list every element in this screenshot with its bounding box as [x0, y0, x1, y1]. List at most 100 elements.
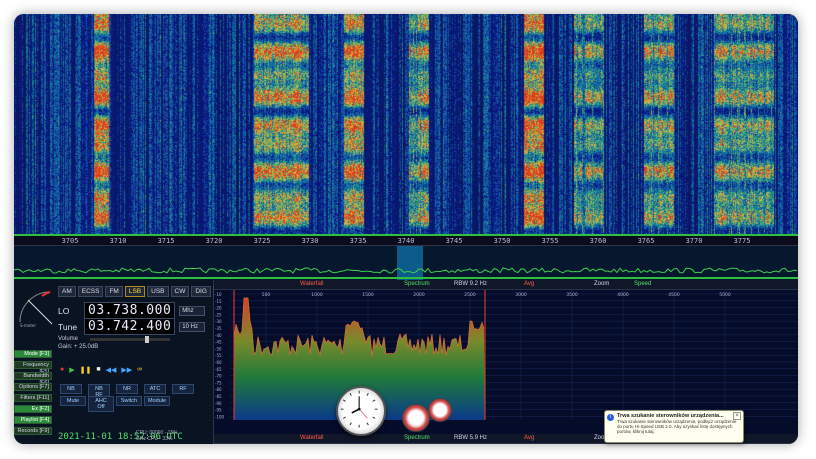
frequency-scale: 3705 3710 3715 3720 3725 3730 3735 3740 3745 3750…: [14, 234, 798, 246]
mode-button-cw[interactable]: CW: [170, 286, 190, 297]
scale-tick: 3775: [733, 237, 751, 245]
bottom-waterfall-label[interactable]: Waterfall: [300, 435, 323, 441]
info-icon: i: [607, 414, 614, 421]
side-button-6[interactable]: Playlist [F4]: [14, 416, 52, 424]
record-icon[interactable]: ●: [60, 366, 64, 374]
clock-face-icon: [340, 390, 378, 428]
y-tick-label: -10: [215, 292, 222, 297]
waterfall-display[interactable]: [14, 14, 798, 234]
y-tick-label: -90: [215, 401, 222, 406]
y-tick-label: -45: [215, 340, 222, 345]
mode-button-fm[interactable]: FM: [105, 286, 123, 297]
notification-text: Trwa szukanie sterowników urządzenia, po…: [617, 419, 737, 434]
y-tick-label: -20: [215, 306, 222, 311]
top-speed-label[interactable]: Speed: [634, 281, 651, 287]
memory-meter-gadget[interactable]: [428, 398, 452, 422]
mode-button-dig[interactable]: DIG: [191, 286, 211, 297]
volume-slider[interactable]: [90, 336, 170, 343]
scale-tick: 3745: [445, 237, 463, 245]
play-icon[interactable]: ▶: [69, 366, 74, 374]
dsp-button-nr[interactable]: NR: [116, 384, 138, 394]
y-tick-label: -50: [215, 346, 222, 351]
gain-readout: Gain: + 25.0dB: [58, 344, 99, 350]
dsp-button-atc[interactable]: ATC: [144, 384, 166, 394]
lo-frequency[interactable]: 03.738.000: [84, 302, 176, 319]
loop-icon[interactable]: ∞: [137, 366, 142, 374]
s-meter-label: S-meter: [20, 323, 36, 328]
x-tick-label: 4000: [617, 292, 629, 298]
side-button-3[interactable]: Options [F7]: [14, 383, 52, 391]
y-tick-label: -30: [215, 319, 222, 324]
side-button-0[interactable]: Mode [F3]: [14, 350, 52, 358]
s-meter: S-meter: [19, 291, 53, 328]
lo-label: LO: [58, 305, 70, 316]
forward-icon[interactable]: ▶▶: [121, 366, 132, 374]
tune-row: Tune 03.742.400 10 Hz: [58, 318, 206, 335]
cpu-line-2: GHz CPU - 33%: [136, 436, 173, 442]
side-button-7[interactable]: Records [F9]: [14, 427, 52, 435]
spectrum-x-axis: 500 1000 1500 2000 2500 3000 3500 4000 4500 5000: [262, 292, 731, 298]
y-tick-label: -95: [215, 408, 222, 413]
mode-button-ecss[interactable]: ECSS: [77, 286, 104, 297]
lo-step-select[interactable]: Mhz: [179, 305, 206, 316]
scale-tick: 3705: [61, 237, 79, 245]
y-tick-label: -40: [215, 333, 222, 338]
tune-frequency[interactable]: 03.742.400: [84, 318, 176, 335]
stop-icon[interactable]: ■: [96, 366, 100, 374]
mode-button-usb[interactable]: USB: [147, 286, 169, 297]
cpu-meter-gadget[interactable]: [402, 404, 430, 432]
dsp-button-mute[interactable]: Mute: [60, 396, 86, 406]
scale-tick: 3730: [301, 237, 319, 245]
mode-button-am[interactable]: AM: [58, 286, 76, 297]
scale-tick: 3760: [589, 237, 607, 245]
scale-tick: 3720: [205, 237, 223, 245]
top-spectrum-label[interactable]: Spectrum: [404, 281, 430, 287]
spectrum-y-axis: -10-15-20-25-30-35-40-45-50-55-60-65-70-…: [215, 292, 225, 419]
top-waterfall-label[interactable]: Waterfall: [300, 281, 323, 287]
side-button-2[interactable]: Bandwidth [F6]: [14, 372, 52, 386]
side-button-5[interactable]: Ex [F2]: [14, 405, 52, 413]
x-tick-label: 500: [262, 292, 271, 298]
rewind-icon[interactable]: ◀◀: [106, 366, 117, 374]
tune-label: Tune: [58, 321, 78, 332]
passband-marker[interactable]: [397, 246, 423, 280]
dsp-button-nb[interactable]: NB: [60, 384, 82, 394]
y-tick-label: -70: [215, 374, 222, 379]
side-button-4[interactable]: Filters [F11]: [14, 394, 52, 402]
scale-tick: 3715: [157, 237, 175, 245]
volume-label: Volume: [58, 336, 79, 342]
pause-icon[interactable]: ❚❚: [80, 366, 92, 374]
y-tick-label: -80: [215, 387, 222, 392]
mode-button-lsb[interactable]: LSB: [124, 286, 146, 297]
band-spectrum-strip[interactable]: [14, 246, 798, 280]
top-avg-label[interactable]: Avg: [524, 281, 534, 287]
side-button-1[interactable]: Frequency [F5]: [14, 361, 52, 375]
top-zoom-label[interactable]: Zoom: [594, 281, 609, 287]
scale-tick: 3765: [637, 237, 655, 245]
dsp-button-ahc-off[interactable]: AHC Off: [88, 396, 114, 412]
dsp-button-module[interactable]: Module: [144, 396, 170, 406]
bottom-avg-label[interactable]: Avg: [524, 435, 534, 441]
dsp-button-switch[interactable]: Switch: [116, 396, 142, 406]
y-tick-label: -55: [215, 353, 222, 358]
notification-balloon[interactable]: i × Trwa szukanie sterowników urządzenia…: [604, 410, 744, 443]
y-tick-label: -75: [215, 380, 222, 385]
y-tick-label: -60: [215, 360, 222, 365]
volume-thumb[interactable]: [145, 336, 149, 343]
scale-tick: 3725: [253, 237, 271, 245]
bottom-spectrum-label[interactable]: Spectrum: [404, 435, 430, 441]
sdr-window: 3705 3710 3715 3720 3725 3730 3735 3740 3745 3750…: [14, 14, 798, 444]
y-tick-label: -25: [215, 312, 222, 317]
bottom-rbw-label: RBW 5.9 Hz: [454, 435, 488, 441]
tune-step-select[interactable]: 10 Hz: [179, 321, 206, 332]
dsp-button-rf[interactable]: RF: [172, 384, 194, 394]
scale-tick: 3755: [541, 237, 559, 245]
x-tick-label: 1000: [311, 292, 323, 298]
x-tick-label: 1500: [362, 292, 374, 298]
close-icon[interactable]: ×: [733, 412, 741, 420]
desktop-clock-gadget[interactable]: [336, 386, 386, 436]
top-toolbar: Waterfall Spectrum RBW 9.2 Hz Avg Zoom S…: [214, 280, 798, 290]
y-tick-label: -35: [215, 326, 222, 331]
scale-tick: 3710: [109, 237, 127, 245]
scale-tick: 3735: [349, 237, 367, 245]
